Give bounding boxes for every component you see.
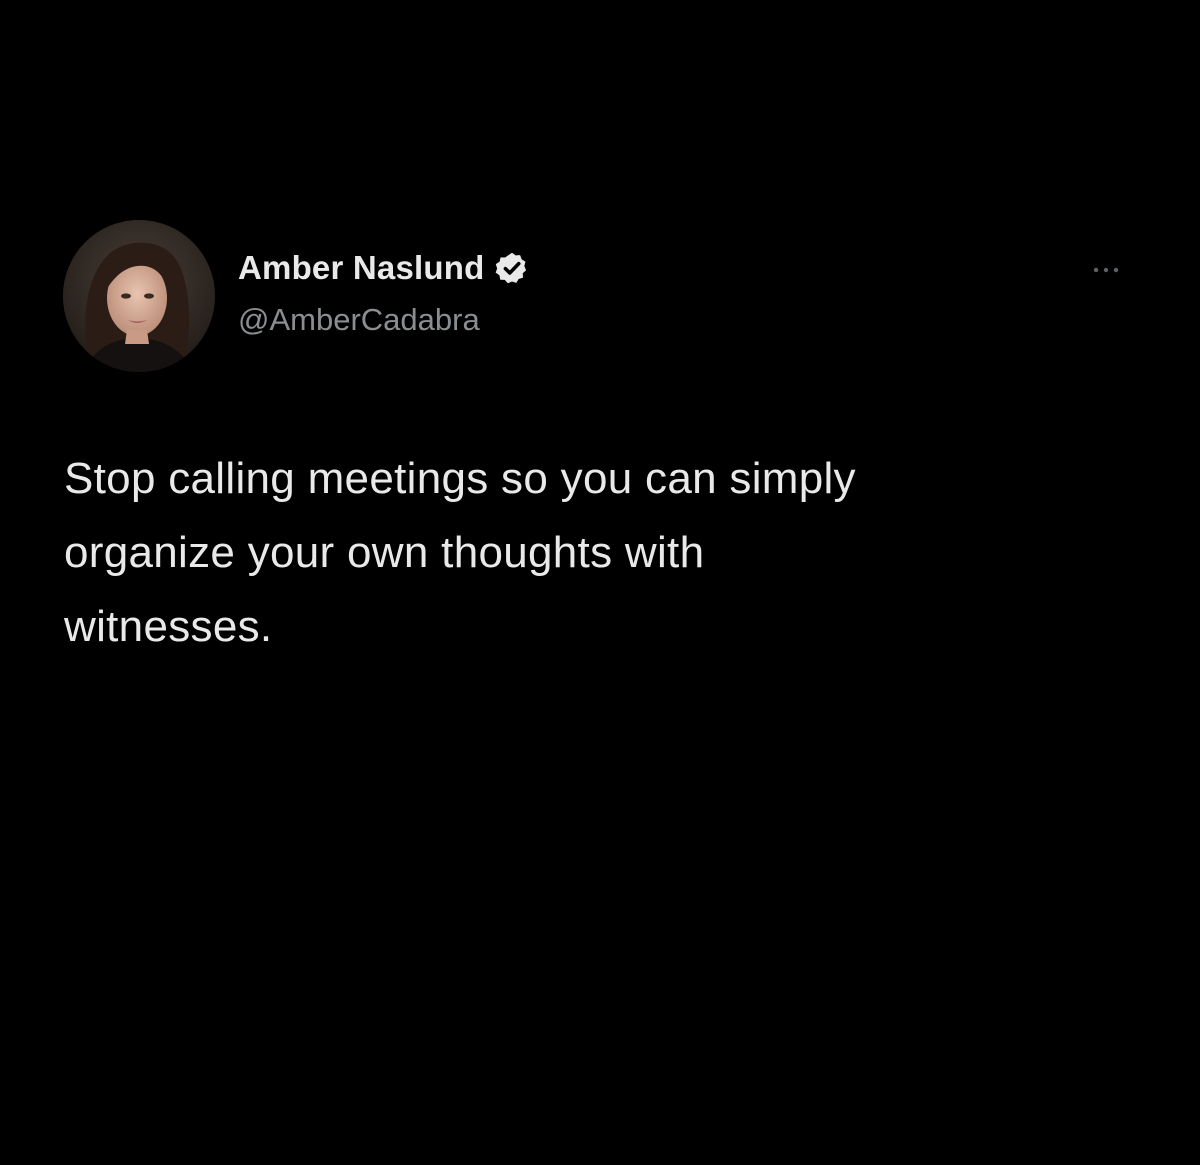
avatar-photo — [63, 220, 215, 372]
verified-badge-icon — [494, 250, 530, 286]
tweet-card: Amber Naslund @AmberCadabra Stop calling… — [0, 0, 1200, 1165]
tweet-text: Stop calling meetings so you can simply … — [64, 454, 856, 651]
author-name-row: Amber Naslund — [238, 246, 530, 290]
more-options-button[interactable] — [1082, 256, 1130, 284]
avatar[interactable] — [63, 220, 215, 372]
author-handle[interactable]: @AmberCadabra — [238, 302, 480, 338]
more-options-icon — [1093, 267, 1119, 273]
author-display-name[interactable]: Amber Naslund — [238, 249, 484, 287]
